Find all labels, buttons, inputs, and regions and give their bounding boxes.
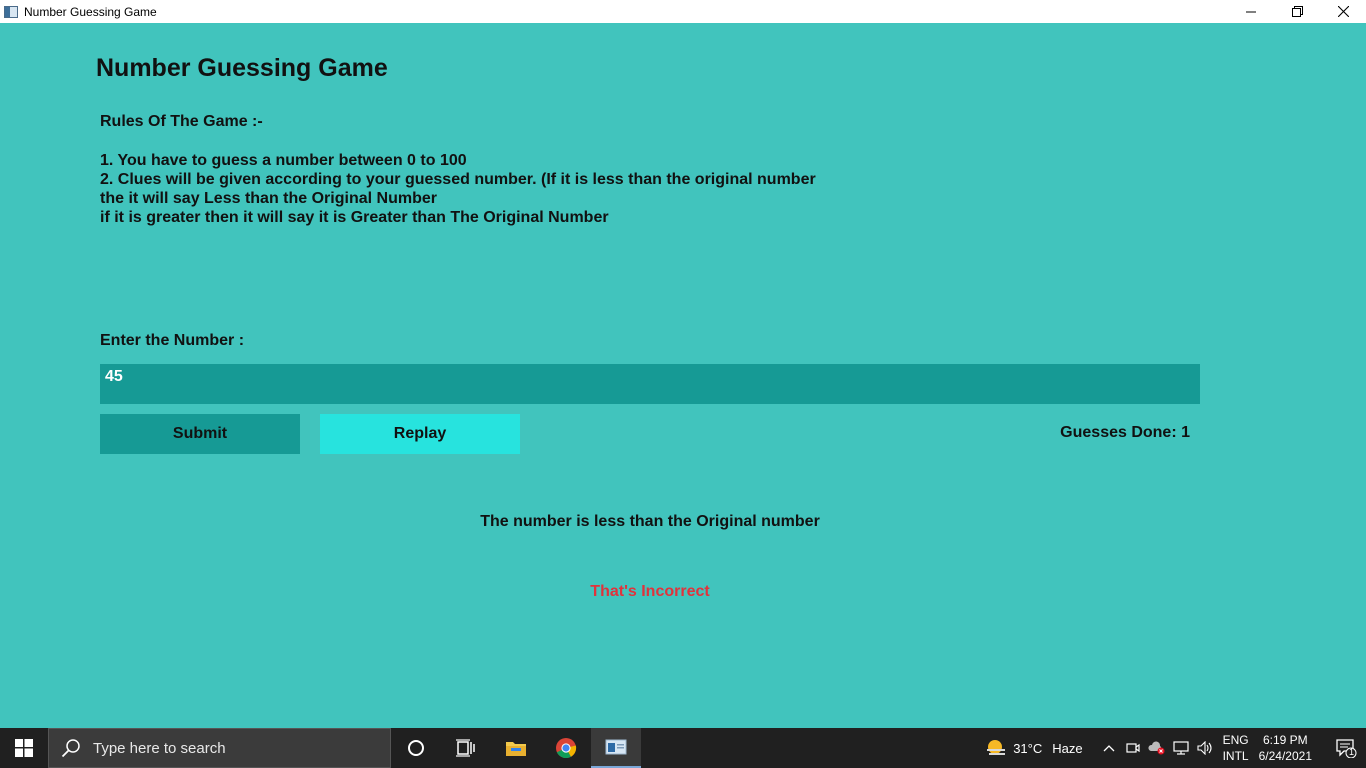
- cloud-error-icon: [1148, 741, 1165, 755]
- onedrive-button[interactable]: [1145, 728, 1169, 768]
- cortana-icon: [408, 740, 424, 756]
- input-language-indicator[interactable]: ENG INTL: [1223, 732, 1249, 764]
- volume-button[interactable]: [1193, 728, 1217, 768]
- clock-date: 6/24/2021: [1258, 749, 1312, 763]
- game-heading: Number Guessing Game: [96, 54, 388, 82]
- minimize-icon: [1246, 11, 1256, 12]
- action-center-button[interactable]: 1: [1326, 728, 1366, 768]
- camera-icon: [1125, 743, 1140, 753]
- clock-time: 6:19 PM: [1262, 733, 1308, 747]
- window-controls: [1228, 0, 1366, 23]
- submit-button[interactable]: Submit: [100, 414, 300, 454]
- weather-haze-icon: [987, 740, 1006, 755]
- keyboard-layout: INTL: [1222, 749, 1249, 763]
- minimize-button[interactable]: [1228, 0, 1274, 23]
- network-icon: [1172, 741, 1189, 755]
- taskbar-clock[interactable]: 6:19 PM 6/24/2021: [1259, 732, 1312, 764]
- language-code: ENG: [1222, 733, 1249, 747]
- chevron-up-icon: [1103, 745, 1115, 752]
- file-explorer-icon: [506, 742, 526, 756]
- search-icon: [61, 739, 80, 758]
- weather-temperature: 31°C: [1013, 740, 1043, 756]
- weather-condition: Haze: [1052, 740, 1083, 756]
- rule-line: the it will say Less than the Original N…: [100, 190, 437, 207]
- speaker-icon: [1197, 741, 1212, 755]
- chrome-icon: [556, 738, 577, 759]
- weather-widget[interactable]: 31°C Haze: [985, 738, 1083, 758]
- game-app-taskbar-button[interactable]: [591, 728, 641, 768]
- meet-now-button[interactable]: [1121, 728, 1145, 768]
- close-icon: [1337, 6, 1349, 17]
- start-button[interactable]: [0, 728, 48, 768]
- cortana-button[interactable]: [391, 728, 441, 768]
- rule-line: if it is greater then it will say it is …: [100, 209, 609, 226]
- restore-button[interactable]: [1274, 0, 1320, 23]
- search-placeholder: Type here to search: [93, 739, 226, 757]
- show-hidden-icons-button[interactable]: [1097, 728, 1121, 768]
- window-titlebar: Number Guessing Game: [0, 0, 1366, 23]
- number-input-label: Enter the Number :: [100, 332, 245, 349]
- close-button[interactable]: [1320, 0, 1366, 23]
- window-title: Number Guessing Game: [24, 4, 157, 19]
- app-window-icon: [4, 5, 18, 18]
- restore-icon: [1291, 6, 1303, 17]
- game-window-content: Number Guessing Game Rules Of The Game :…: [0, 23, 1366, 728]
- rules-heading: Rules Of The Game :-: [100, 113, 263, 130]
- clue-message: The number is less than the Original num…: [480, 513, 820, 530]
- taskbar-search-box[interactable]: Type here to search: [48, 728, 391, 768]
- system-tray: 31°C Haze ENG INTL 6:19 PM 6/24/2021 1: [985, 728, 1366, 768]
- number-input[interactable]: [100, 364, 1200, 404]
- file-explorer-button[interactable]: [491, 728, 541, 768]
- rule-line: 1. You have to guess a number between 0 …: [100, 152, 467, 169]
- chrome-button[interactable]: [541, 728, 591, 768]
- guesses-counter: Guesses Done: 1: [1060, 424, 1190, 441]
- game-app-icon: [605, 739, 627, 755]
- network-button[interactable]: [1169, 728, 1193, 768]
- windows-logo-icon: [15, 739, 33, 757]
- notification-count: 1: [1349, 747, 1355, 757]
- rule-line: 2. Clues will be given according to your…: [100, 171, 816, 188]
- replay-button[interactable]: Replay: [320, 414, 520, 454]
- taskbar: Type here to search 31°C Haze ENG INTL 6…: [0, 728, 1366, 768]
- task-view-icon: [456, 739, 475, 757]
- result-message: That's Incorrect: [590, 583, 710, 600]
- rules-list: 1. You have to guess a number between 0 …: [100, 151, 816, 227]
- task-view-button[interactable]: [441, 728, 491, 768]
